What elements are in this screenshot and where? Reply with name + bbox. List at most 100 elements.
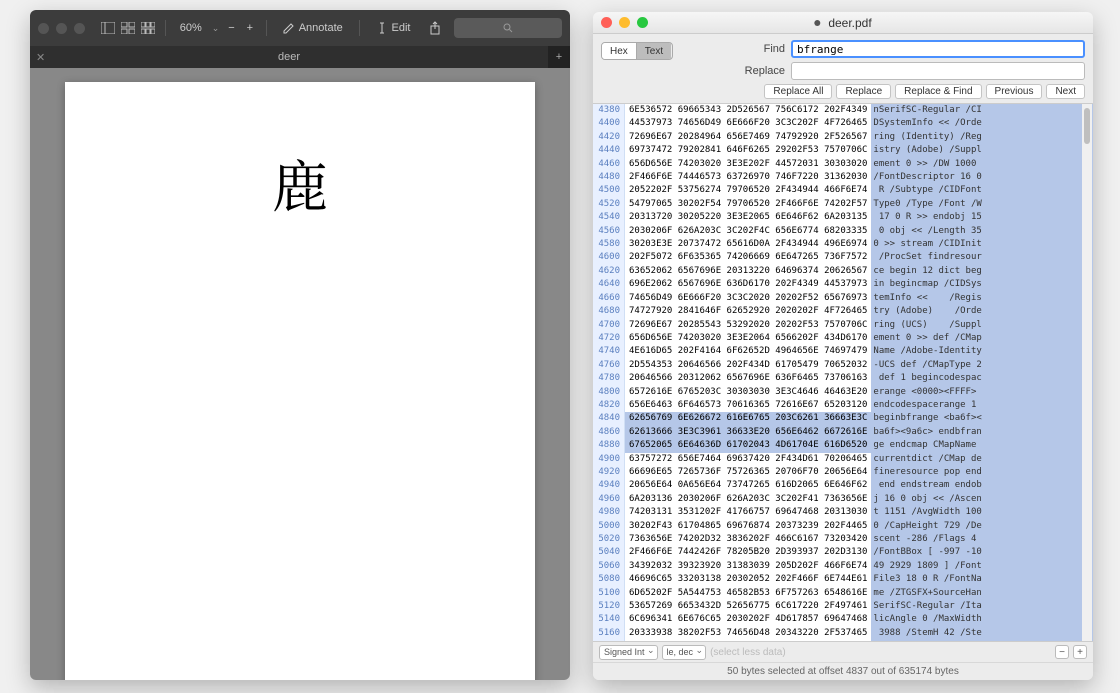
ascii-cell[interactable]: end endstream endob — [871, 479, 1093, 492]
ascii-cell[interactable]: scent -286 /Flags 4 — [871, 533, 1093, 546]
hex-cell[interactable]: 6D562037 39202F54 79706520 2F466F6E 7444… — [625, 640, 871, 642]
hex-cell[interactable]: 66696E65 7265736F 75726365 20706F70 2065… — [625, 466, 871, 479]
ascii-cell[interactable]: 0 obj << /Length 35 — [871, 225, 1093, 238]
hex-cell[interactable]: 62613666 3E3C3961 36633E20 656E6462 6672… — [625, 426, 871, 439]
ascii-cell[interactable]: File3 18 0 R /FontNa — [871, 573, 1093, 586]
hex-row[interactable]: 492066696E65 7265736F 75726365 20706F70 … — [593, 466, 1093, 479]
hex-row[interactable]: 43806E536572 69665343 2D526567 756C6172 … — [593, 104, 1093, 117]
hex-row[interactable]: 4460656D656E 74203020 3E3E202F 44572031 … — [593, 158, 1093, 171]
hex-row[interactable]: 462063652062 6567696E 20313220 64696374 … — [593, 265, 1093, 278]
ascii-cell[interactable]: ement 0 >> /DW 1000 — [871, 158, 1093, 171]
ascii-cell[interactable]: DSystemInfo << /Orde — [871, 117, 1093, 130]
hex-row[interactable]: 4640696E2062 6567696E 636D6170 202F4349 … — [593, 278, 1093, 291]
hex-row[interactable]: 494020656E64 0A656E64 73747265 616D2065 … — [593, 479, 1093, 492]
hex-row[interactable]: 508046696C65 33203138 20302052 202F466F … — [593, 573, 1093, 586]
edit-button[interactable]: Edit — [370, 17, 417, 39]
annotate-button[interactable]: Annotate — [277, 17, 349, 39]
hex-cell[interactable]: 74727920 2841646F 62652920 2020202F 4F72… — [625, 305, 871, 318]
ascii-cell[interactable]: SerifSC-Regular /Ita — [871, 600, 1093, 613]
hex-cell[interactable]: 54797065 30202F54 79706520 2F466F6E 7420… — [625, 198, 871, 211]
hex-row[interactable]: 506034392032 39323920 31383039 205D202F … — [593, 560, 1093, 573]
remove-inspector-button[interactable]: − — [1055, 645, 1069, 659]
minimize-window-button[interactable] — [619, 17, 630, 28]
contact-sheet-icon[interactable] — [141, 19, 155, 37]
ascii-cell[interactable]: Type0 /Type /Font /W — [871, 198, 1093, 211]
pdf-body[interactable]: 鹿 — [30, 68, 570, 680]
hex-cell[interactable]: 696E2062 6567696E 636D6170 202F4349 4453… — [625, 278, 871, 291]
hex-cell[interactable]: 30203E3E 20737472 65616D0A 2F434944 496E… — [625, 238, 871, 251]
zoom-out-button[interactable]: − — [225, 20, 237, 36]
hex-row[interactable]: 44802F466F6E 74446573 63726970 746F7220 … — [593, 171, 1093, 184]
ascii-cell[interactable]: ement 0 >> def /CMap — [871, 332, 1093, 345]
hex-row[interactable]: 444069737472 79202841 646F6265 29202F53 … — [593, 144, 1093, 157]
hex-cell[interactable]: 6572616E 6765203C 30303030 3E3C4646 4646… — [625, 386, 871, 399]
hex-body[interactable]: 43806E536572 69665343 2D526567 756C6172 … — [593, 103, 1093, 642]
hex-cell[interactable]: 63652062 6567696E 20313220 64696374 2062… — [625, 265, 871, 278]
zoom-level[interactable]: 60% — [176, 22, 206, 34]
hex-cell[interactable]: 74656D49 6E666F20 3C3C2020 20202F52 6567… — [625, 292, 871, 305]
minimize-window-button[interactable] — [56, 23, 67, 34]
hex-row[interactable]: 49606A203136 2030206F 626A203C 3C202F41 … — [593, 493, 1093, 506]
hex-cell[interactable]: 4E616D65 202F4164 6F62652D 4964656E 7469… — [625, 345, 871, 358]
hex-cell[interactable]: 20333938 38202F53 74656D48 20343220 2F53… — [625, 627, 871, 640]
hex-row[interactable]: 48006572616E 6765203C 30303030 3E3C4646 … — [593, 386, 1093, 399]
ascii-cell[interactable]: ring (Identity) /Reg — [871, 131, 1093, 144]
replace-find-button[interactable]: Replace & Find — [895, 84, 981, 99]
ascii-cell[interactable]: beginbfrange <ba6f>< — [871, 412, 1093, 425]
ascii-cell[interactable]: mV 79 /Type /FontDes — [871, 640, 1093, 642]
ascii-cell[interactable]: 3988 /StemH 42 /Ste — [871, 627, 1093, 640]
ascii-cell[interactable]: istry (Adobe) /Suppl — [871, 144, 1093, 157]
hex-row[interactable]: 47602D554353 20646566 202F434D 61705479 … — [593, 359, 1093, 372]
ascii-cell[interactable]: t 1151 /AvgWidth 100 — [871, 506, 1093, 519]
type-select[interactable]: Signed Int — [599, 645, 658, 660]
hex-cell[interactable]: 656D656E 74203020 3E3E202F 44572031 3030… — [625, 158, 871, 171]
hex-cell[interactable]: 202F5072 6F635365 74206669 6E647265 736F… — [625, 251, 871, 264]
hex-cell[interactable]: 62656769 6E626672 616E6765 203C6261 3666… — [625, 412, 871, 425]
ascii-cell[interactable]: ring (UCS) /Suppl — [871, 319, 1093, 332]
hex-cell[interactable]: 44537973 74656D49 6E666F20 3C3C202F 4F72… — [625, 117, 871, 130]
hex-row[interactable]: 4720656D656E 74203020 3E3E2064 6566202F … — [593, 332, 1093, 345]
hex-cell[interactable]: 7363656E 74202D32 3836202F 466C6167 7320… — [625, 533, 871, 546]
ascii-cell[interactable]: /ProcSet findresour — [871, 251, 1093, 264]
find-input[interactable] — [791, 40, 1085, 58]
hex-cell[interactable]: 20646566 20312062 6567696E 636F6465 7370… — [625, 372, 871, 385]
hex-cell[interactable]: 2030206F 626A203C 3C202F4C 656E6774 6820… — [625, 225, 871, 238]
hex-row[interactable]: 478020646566 20312062 6567696E 636F6465 … — [593, 372, 1093, 385]
hex-row[interactable]: 45002052202F 53756274 79706520 2F434944 … — [593, 184, 1093, 197]
hex-cell[interactable]: 2F466F6E 7442426F 78205B20 2D393937 202D… — [625, 546, 871, 559]
hex-row[interactable]: 500030202F43 61704865 69676874 20373239 … — [593, 520, 1093, 533]
ascii-cell[interactable]: erange <0000><FFFF> — [871, 386, 1093, 399]
replace-button[interactable]: Replace — [836, 84, 891, 99]
hex-row[interactable]: 454020313720 30205220 3E3E2065 6E646F62 … — [593, 211, 1093, 224]
ascii-cell[interactable]: 49 2929 1809 ] /Font — [871, 560, 1093, 573]
hex-row[interactable]: 442072696E67 20284964 656E7469 74792920 … — [593, 131, 1093, 144]
hex-row[interactable]: 440044537973 74656D49 6E666F20 3C3C202F … — [593, 117, 1093, 130]
next-button[interactable]: Next — [1046, 84, 1085, 99]
hex-cell[interactable]: 34392032 39323920 31383039 205D202F 466F… — [625, 560, 871, 573]
ascii-cell[interactable]: 17 0 R >> endobj 15 — [871, 211, 1093, 224]
ascii-cell[interactable]: ba6f><9a6c> endbfran — [871, 426, 1093, 439]
hex-row[interactable]: 488067652065 6E64636D 61702043 4D61704E … — [593, 439, 1093, 452]
hex-cell[interactable]: 72696E67 20285543 53292020 20202F53 7570… — [625, 319, 871, 332]
hex-row[interactable]: 51806D562037 39202F54 79706520 2F466F6E … — [593, 640, 1093, 642]
pdf-tab[interactable]: deer — [30, 46, 548, 68]
hex-row[interactable]: 486062613666 3E3C3961 36633E20 656E6462 … — [593, 426, 1093, 439]
hex-row[interactable]: 51006D65202F 5A544753 46582B53 6F757263 … — [593, 587, 1093, 600]
hex-cell[interactable]: 53657269 6653432D 52656775 6C617220 2F49… — [625, 600, 871, 613]
pdf-search-input[interactable] — [454, 18, 562, 38]
ascii-cell[interactable]: licAngle 0 /MaxWidth — [871, 613, 1093, 626]
ascii-cell[interactable]: Name /Adobe-Identity — [871, 345, 1093, 358]
ascii-cell[interactable]: 0 >> stream /CIDInit — [871, 238, 1093, 251]
endian-select[interactable]: le, dec — [662, 645, 707, 660]
ascii-cell[interactable]: j 16 0 obj << /Ascen — [871, 493, 1093, 506]
hex-cell[interactable]: 72696E67 20284964 656E7469 74792920 2F52… — [625, 131, 871, 144]
hex-cell[interactable]: 20313720 30205220 3E3E2065 6E646F62 6A20… — [625, 211, 871, 224]
hex-cell[interactable]: 6C696341 6E676C65 2030202F 4D617857 6964… — [625, 613, 871, 626]
hex-cell[interactable]: 6D65202F 5A544753 46582B53 6F757263 6548… — [625, 587, 871, 600]
ascii-cell[interactable]: endcodespacerange 1 — [871, 399, 1093, 412]
hex-cell[interactable]: 63757272 656E7464 69637420 2F434D61 7020… — [625, 453, 871, 466]
hex-row[interactable]: 47404E616D65 202F4164 6F62652D 4964656E … — [593, 345, 1093, 358]
ascii-cell[interactable]: in begincmap /CIDSys — [871, 278, 1093, 291]
ascii-cell[interactable]: temInfo << /Regis — [871, 292, 1093, 305]
ascii-cell[interactable]: fineresource pop end — [871, 466, 1093, 479]
